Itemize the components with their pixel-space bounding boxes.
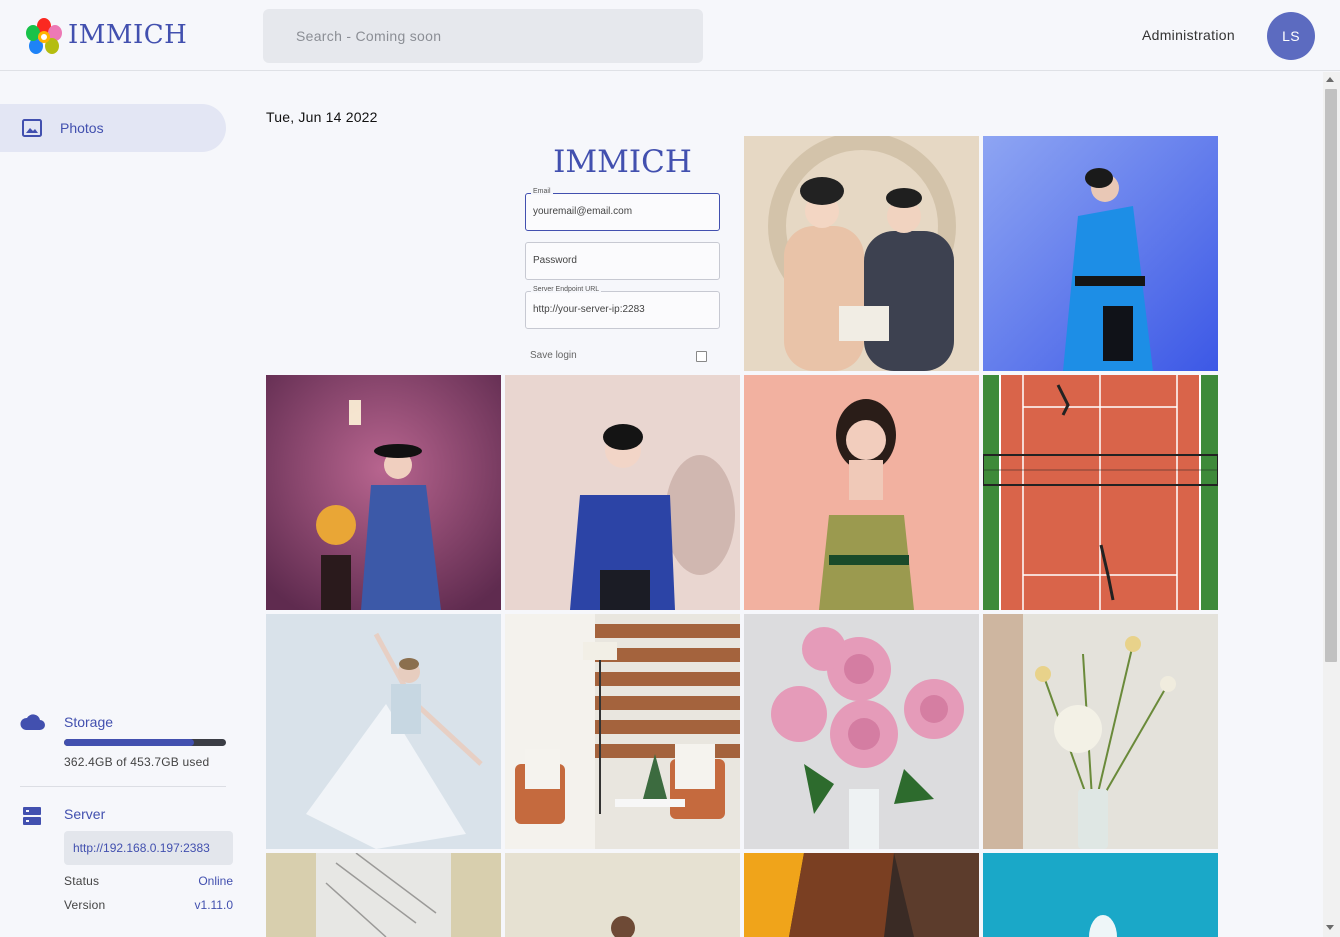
server-status-value: Online [198, 874, 233, 888]
photo-thumbnail[interactable] [744, 614, 979, 849]
date-group-heading: Tue, Jun 14 2022 [266, 109, 378, 125]
top-bar: IMMICH Search - Coming soon Administrati… [0, 0, 1340, 71]
photo-thumbnail[interactable] [983, 853, 1218, 937]
photo-thumbnail[interactable] [266, 853, 501, 937]
photo-image [744, 853, 979, 937]
storage-usage-bar [64, 739, 226, 746]
photo-image [505, 614, 740, 849]
sidebar-divider [20, 786, 226, 787]
sidebar-item-label: Photos [60, 120, 104, 136]
photo-image [505, 853, 740, 937]
photo-thumbnail[interactable] [983, 136, 1218, 371]
brand-name[interactable]: IMMICH [68, 20, 187, 50]
scroll-down-arrow-icon[interactable] [1326, 925, 1334, 930]
server-version-value: v1.11.0 [194, 898, 233, 912]
photo-thumbnail[interactable] [744, 136, 979, 371]
login-password-field: Password [525, 242, 720, 280]
login-brand: IMMICH [553, 144, 692, 180]
server-title: Server [64, 806, 106, 822]
photo-image [744, 136, 979, 371]
user-avatar[interactable]: LS [1267, 12, 1315, 60]
photo-image [266, 614, 501, 849]
photo-image [983, 375, 1218, 610]
photo-image [744, 375, 979, 610]
login-email-field: youremail@email.com [525, 193, 720, 231]
search-bar[interactable]: Search - Coming soon [263, 9, 703, 63]
photo-image [266, 853, 501, 937]
photo-thumbnail[interactable] [266, 614, 501, 849]
photo-thumbnail[interactable] [505, 853, 740, 937]
immich-logo-icon[interactable] [24, 17, 64, 55]
image-icon [22, 119, 42, 137]
photo-thumbnail[interactable] [266, 375, 501, 610]
photo-thumbnail[interactable] [505, 375, 740, 610]
photo-thumbnail-login-screenshot[interactable]: IMMICH youremail@email.com Email Passwor… [505, 136, 740, 371]
login-save-label: Save login [530, 350, 577, 361]
photo-image [744, 614, 979, 849]
server-icon [23, 807, 41, 825]
server-status-label: Status [64, 874, 100, 888]
scroll-up-arrow-icon[interactable] [1326, 77, 1334, 82]
photo-thumbnail[interactable] [505, 614, 740, 849]
cloud-icon [20, 714, 45, 730]
photo-thumbnail[interactable] [744, 853, 979, 937]
login-endpoint-field: http://your-server-ip:2283 [525, 291, 720, 329]
photo-image [983, 614, 1218, 849]
server-version-label: Version [64, 898, 106, 912]
login-save-checkbox [696, 351, 707, 362]
photo-thumbnail[interactable] [983, 375, 1218, 610]
photo-image [505, 375, 740, 610]
storage-title: Storage [64, 714, 114, 730]
storage-usage-fill [64, 739, 194, 746]
login-email-label: Email [531, 188, 553, 195]
login-endpoint-label: Server Endpoint URL [531, 286, 602, 293]
administration-link[interactable]: Administration [1142, 27, 1235, 43]
photo-thumbnail[interactable] [983, 614, 1218, 849]
photo-thumbnail[interactable] [744, 375, 979, 610]
photo-image [266, 375, 501, 610]
storage-used-text: 362.4GB of 453.7GB used [64, 755, 210, 769]
server-url: http://192.168.0.197:2383 [64, 831, 233, 865]
sidebar-item-photos[interactable]: Photos [0, 104, 226, 152]
scrollbar-thumb[interactable] [1325, 89, 1337, 662]
photo-image [983, 853, 1218, 937]
photo-image [983, 136, 1218, 371]
